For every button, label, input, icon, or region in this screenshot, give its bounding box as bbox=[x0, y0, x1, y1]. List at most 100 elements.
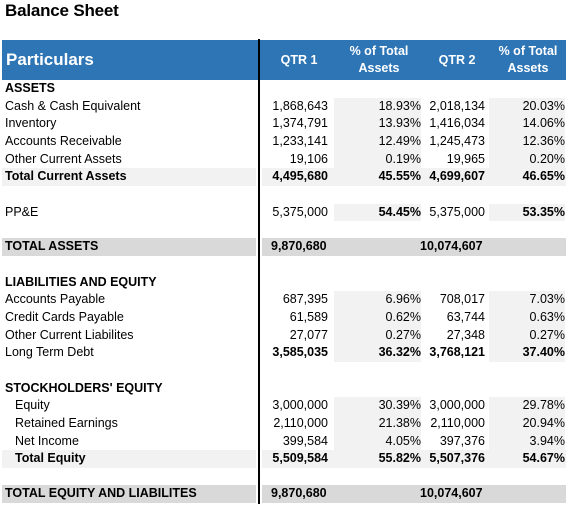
qtr2-value: 1,416,034 bbox=[429, 116, 485, 131]
table-header: Particulars QTR 1 % of Total Assets QTR … bbox=[2, 40, 566, 80]
table-row: Inventory 1,374,791 13.93% 1,416,034 14.… bbox=[0, 115, 570, 133]
qtr2-value: 27,348 bbox=[446, 327, 485, 342]
row-label: Total Equity bbox=[15, 451, 86, 466]
pct2-value: 7.03% bbox=[489, 291, 565, 309]
pct2-value: 54.67% bbox=[489, 450, 565, 468]
row-label: Cash & Cash Equivalent bbox=[5, 98, 141, 113]
qtr2-value: 19,965 bbox=[446, 151, 485, 166]
section-heading-assets: ASSETS bbox=[0, 80, 570, 98]
pct1-value: 36.32% bbox=[334, 344, 421, 362]
pct2-value: 20.94% bbox=[489, 414, 565, 433]
pct2-value: 37.40% bbox=[489, 344, 565, 362]
pct1-value: 21.38% bbox=[334, 414, 421, 433]
table-row: Other Current Liabilites 27,077 0.27% 27… bbox=[0, 326, 570, 345]
qtr1-value: 687,395 bbox=[282, 292, 328, 307]
table-row: Accounts Receivable 1,233,141 12.49% 1,2… bbox=[0, 132, 570, 151]
pct1-value: 4.05% bbox=[334, 432, 421, 451]
row-label: PP&E bbox=[5, 204, 39, 219]
pct1-value: 0.62% bbox=[334, 308, 421, 327]
row-label: ASSETS bbox=[5, 81, 56, 95]
qtr2-value: 2,110,000 bbox=[430, 415, 485, 430]
row-label: Credit Cards Payable bbox=[5, 309, 124, 324]
qtr1-value: 1,233,141 bbox=[272, 133, 328, 148]
pct1-value: 13.93% bbox=[334, 115, 421, 133]
row-label: Accounts Receivable bbox=[5, 133, 122, 148]
qtr1-value: 61,589 bbox=[289, 309, 328, 324]
header-pct2: % of Total Assets bbox=[498, 44, 558, 75]
table-row: Credit Cards Payable 61,589 0.62% 63,744… bbox=[0, 308, 570, 327]
pct2-value: 14.06% bbox=[489, 115, 565, 133]
pct1-value: 0.19% bbox=[334, 150, 421, 169]
sheet-title: Balance Sheet bbox=[5, 1, 119, 20]
total-row-assets: TOTAL ASSETS 9,870,680 10,074,607 bbox=[0, 238, 570, 256]
qtr2-value: 5,507,376 bbox=[429, 451, 485, 466]
column-divider bbox=[258, 39, 260, 504]
table-row-ppe: PP&E 5,375,000 54.45% 5,375,000 53.35% bbox=[0, 203, 570, 222]
qtr1-value: 9,870,680 bbox=[271, 239, 327, 253]
header-particulars: Particulars bbox=[6, 50, 94, 69]
row-label: TOTAL EQUITY AND LIABILITES bbox=[5, 486, 197, 500]
header-pct1: % of Total Assets bbox=[349, 44, 409, 75]
qtr1-value: 1,868,643 bbox=[272, 98, 328, 113]
pct1-value: 12.49% bbox=[334, 132, 421, 151]
table-row: Other Current Assets 19,106 0.19% 19,965… bbox=[0, 150, 570, 169]
pct2-value: 46.65% bbox=[489, 168, 565, 186]
qtr2-value: 10,074,607 bbox=[420, 486, 483, 500]
pct2-value: 29.78% bbox=[489, 397, 565, 415]
qtr1-value: 9,870,680 bbox=[271, 486, 327, 500]
pct1-value: 0.27% bbox=[334, 326, 421, 345]
subtotal-row-current-assets: Total Current Assets 4,495,680 45.55% 4,… bbox=[0, 168, 570, 186]
pct2-value: 12.36% bbox=[489, 132, 565, 151]
row-label: LIABILITIES AND EQUITY bbox=[5, 274, 157, 289]
qtr2-value: 708,017 bbox=[439, 292, 485, 307]
pct2-value: 0.20% bbox=[489, 150, 565, 169]
subtotal-row-equity: Total Equity 5,509,584 55.82% 5,507,376 … bbox=[0, 450, 570, 468]
section-heading-equity: STOCKHOLDERS' EQUITY bbox=[0, 380, 570, 398]
pct1-value: 18.93% bbox=[334, 97, 421, 116]
table-row-long-term-debt: Long Term Debt 3,585,035 36.32% 3,768,12… bbox=[0, 344, 570, 362]
table-row: Retained Earnings 2,110,000 21.38% 2,110… bbox=[0, 414, 570, 433]
row-label: Equity bbox=[15, 398, 50, 413]
qtr1-value: 1,374,791 bbox=[272, 116, 328, 131]
qtr2-value: 63,744 bbox=[446, 309, 485, 324]
pct2-value: 53.35% bbox=[489, 203, 565, 222]
qtr2-value: 3,768,121 bbox=[429, 345, 485, 360]
qtr1-value: 5,375,000 bbox=[272, 204, 328, 219]
row-label: STOCKHOLDERS' EQUITY bbox=[5, 380, 163, 395]
total-row-equity-liabilities: TOTAL EQUITY AND LIABILITES 9,870,680 10… bbox=[0, 485, 570, 503]
qtr2-value: 5,375,000 bbox=[429, 204, 485, 219]
pct2-value: 3.94% bbox=[489, 432, 565, 451]
qtr1-value: 3,585,035 bbox=[272, 345, 328, 360]
qtr1-value: 19,106 bbox=[289, 151, 328, 166]
qtr1-value: 27,077 bbox=[289, 327, 328, 342]
row-label: Inventory bbox=[5, 116, 57, 131]
pct2-value: 0.63% bbox=[489, 308, 565, 327]
table-row: Cash & Cash Equivalent 1,868,643 18.93% … bbox=[0, 97, 570, 116]
qtr1-value: 4,495,680 bbox=[272, 169, 328, 184]
pct1-value: 6.96% bbox=[334, 291, 421, 309]
pct1-value: 30.39% bbox=[334, 397, 421, 415]
qtr1-value: 5,509,584 bbox=[272, 451, 328, 466]
row-label: Retained Earnings bbox=[15, 415, 118, 430]
row-label: TOTAL ASSETS bbox=[5, 239, 99, 253]
pct1-value: 55.82% bbox=[334, 450, 421, 468]
qtr2-value: 2,018,134 bbox=[429, 98, 485, 113]
table-row: Accounts Payable 687,395 6.96% 708,017 7… bbox=[0, 291, 570, 309]
qtr1-value: 399,584 bbox=[282, 433, 328, 448]
table-row: Net Income 399,584 4.05% 397,376 3.94% bbox=[0, 432, 570, 451]
header-qtr1: QTR 1 bbox=[280, 52, 318, 67]
row-label: Other Current Assets bbox=[5, 151, 122, 166]
row-label: Long Term Debt bbox=[5, 345, 94, 360]
section-heading-liabilities: LIABILITIES AND EQUITY bbox=[0, 274, 570, 292]
row-label: Net Income bbox=[15, 433, 79, 448]
header-qtr2: QTR 2 bbox=[438, 52, 476, 67]
pct2-value: 0.27% bbox=[489, 326, 565, 345]
pct1-value: 45.55% bbox=[334, 168, 421, 186]
qtr2-value: 4,699,607 bbox=[429, 169, 485, 184]
qtr2-value: 10,074,607 bbox=[420, 239, 483, 253]
table-row: Equity 3,000,000 30.39% 3,000,000 29.78% bbox=[0, 397, 570, 415]
qtr1-value: 2,110,000 bbox=[273, 415, 328, 430]
qtr2-value: 397,376 bbox=[439, 433, 485, 448]
row-label: Total Current Assets bbox=[5, 169, 127, 184]
pct1-value: 54.45% bbox=[334, 203, 421, 222]
